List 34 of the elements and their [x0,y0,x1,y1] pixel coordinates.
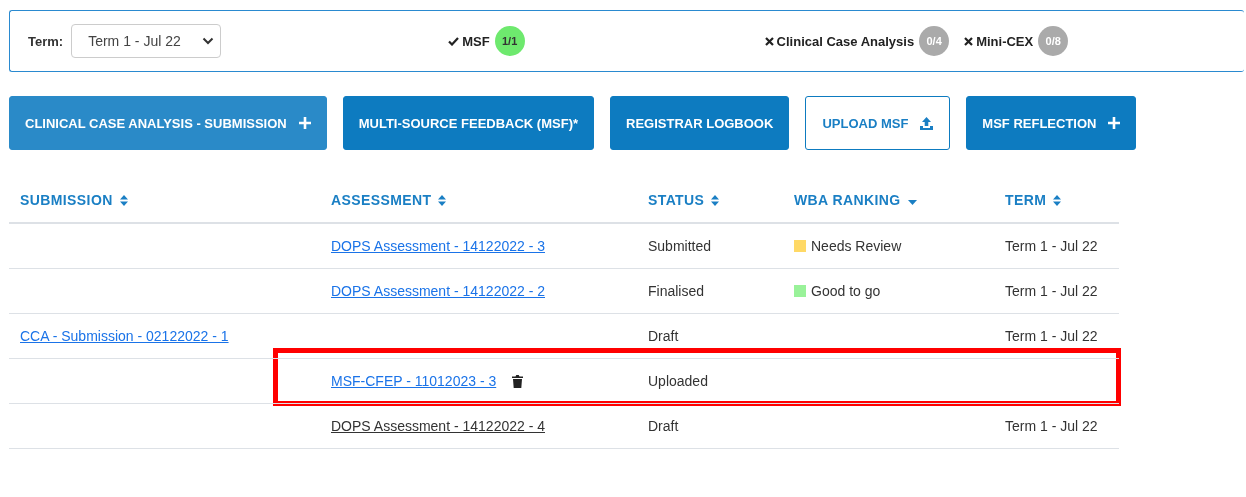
column-header[interactable]: TERM [1005,192,1047,208]
action-button[interactable]: UPLOAD MSF [805,96,951,150]
action-button[interactable]: REGISTRAR LOGBOOK [610,96,790,150]
column-header[interactable]: WBA RANKING [794,192,901,208]
term-text: Term 1 - Jul 22 [1005,328,1098,344]
column-header[interactable]: SUBMISSION [20,192,113,208]
action-button[interactable]: CLINICAL CASE ANALYSIS - SUBMISSION [9,96,327,150]
term-label: Term: [28,33,64,49]
term-text: Term 1 - Jul 22 [1005,283,1098,299]
action-button[interactable]: MSF REFLECTION [966,96,1137,150]
status-text: Submitted [648,238,712,254]
status-text: Finalised [648,283,705,299]
ranking-text: Good to go [811,283,881,299]
ranking-text: Needs Review [811,238,902,254]
requirement-label: Mini-CEX [976,33,1034,49]
term-select[interactable]: Term 1 - Jul 22 [71,24,222,58]
record-link[interactable]: CCA - Submission - 02122022 - 1 [20,328,229,344]
status-text: Draft [648,418,679,434]
record-link[interactable]: DOPS Assessment - 14122022 - 4 [331,418,545,434]
requirement-label: MSF [462,33,490,49]
column-header[interactable]: ASSESSMENT [331,192,432,208]
status-text: Uploaded [648,373,708,389]
count-badge: 1/1 [494,26,525,56]
status-text: Draft [648,328,679,344]
count-badge: 0/8 [1038,26,1069,56]
action-button[interactable]: MULTI-SOURCE FEEDBACK (MSF)* [342,96,595,150]
requirement-label: Clinical Case Analysis [776,33,915,49]
count-badge: 0/4 [919,26,950,56]
term-text: Term 1 - Jul 22 [1005,238,1098,254]
term-text: Term 1 - Jul 22 [1005,418,1098,434]
record-link[interactable]: DOPS Assessment - 14122022 - 3 [331,238,545,254]
record-link[interactable]: DOPS Assessment - 14122022 - 2 [331,283,545,299]
record-link[interactable]: MSF-CFEP - 11012023 - 3 [331,373,497,389]
column-header[interactable]: STATUS [648,192,705,208]
